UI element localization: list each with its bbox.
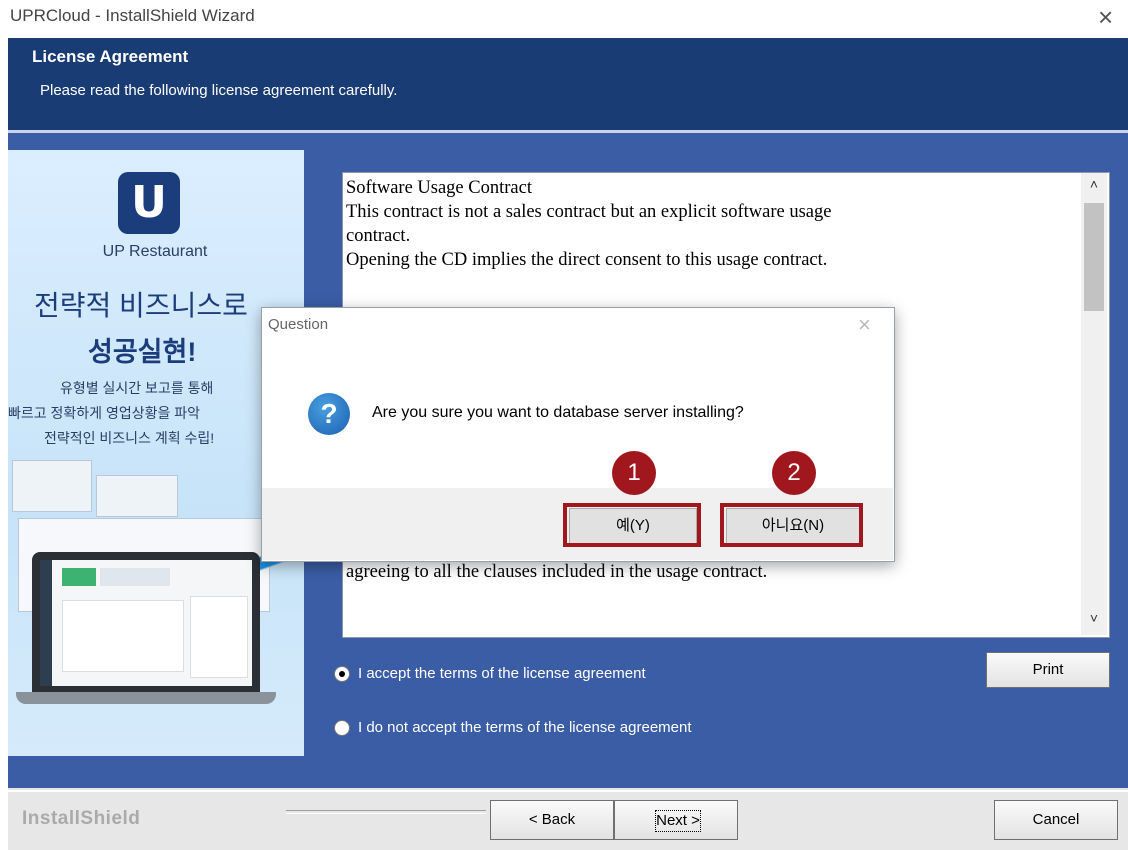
banner-slogan-line1: 전략적 비즈니스로 <box>34 290 248 321</box>
header-divider <box>8 130 1128 133</box>
next-button[interactable]: Next > <box>614 800 738 840</box>
back-button[interactable]: < Back <box>490 800 614 840</box>
banner-slogan-line2: 성공실현! <box>88 337 197 367</box>
yes-highlight-box <box>563 503 701 547</box>
banner-screenshot-mid <box>96 475 178 517</box>
decline-label[interactable]: I do not accept the terms of the license… <box>358 719 692 736</box>
next-button-label: Next > <box>655 810 701 832</box>
print-button[interactable]: Print <box>986 652 1110 688</box>
dialog-message: Are you sure you want to database server… <box>372 404 744 421</box>
scroll-down-icon[interactable]: ˅ <box>1081 610 1107 632</box>
laptop-sidebar <box>40 560 52 686</box>
installshield-logo: InstallShield <box>22 808 141 829</box>
banner-desc-line2: 빠르고 정확하게 영업상황을 파악 <box>8 405 200 421</box>
footer-divider <box>8 790 1128 792</box>
banner-desc-line1: 유형별 실시간 보고를 통해 <box>60 380 214 396</box>
banner-screenshot-left <box>12 460 92 512</box>
accept-radio[interactable] <box>334 666 350 682</box>
cancel-button[interactable]: Cancel <box>994 800 1118 840</box>
no-highlight-box <box>720 503 863 547</box>
banner-desc-line3: 전략적인 비즈니스 계획 수립! <box>44 430 215 446</box>
step-marker-1: 1 <box>612 451 656 495</box>
dialog-title: Question <box>268 316 329 333</box>
laptop-table <box>190 596 248 678</box>
laptop-tile <box>100 568 170 586</box>
page-title: License Agreement <box>32 47 189 66</box>
window-title: UPRCloud - InstallShield Wizard <box>10 6 255 25</box>
laptop-tile-green <box>62 568 96 586</box>
up-restaurant-logo: U <box>118 172 180 234</box>
window-close-icon[interactable]: × <box>1098 2 1113 32</box>
footer-groove <box>286 810 486 814</box>
step-marker-2: 2 <box>772 451 816 495</box>
decline-radio[interactable] <box>334 720 350 736</box>
dialog-close-icon[interactable]: × <box>858 312 871 338</box>
scroll-up-icon[interactable]: ˄ <box>1081 176 1107 198</box>
laptop-screen <box>40 560 252 686</box>
laptop-chart <box>62 600 184 672</box>
question-icon: ? <box>308 393 350 435</box>
accept-label[interactable]: I accept the terms of the license agreem… <box>358 665 646 682</box>
laptop-base <box>16 692 276 704</box>
page-subtitle: Please read the following license agreem… <box>40 82 398 99</box>
banner-brand: UP Restaurant <box>102 243 208 260</box>
scroll-thumb[interactable] <box>1084 203 1104 311</box>
